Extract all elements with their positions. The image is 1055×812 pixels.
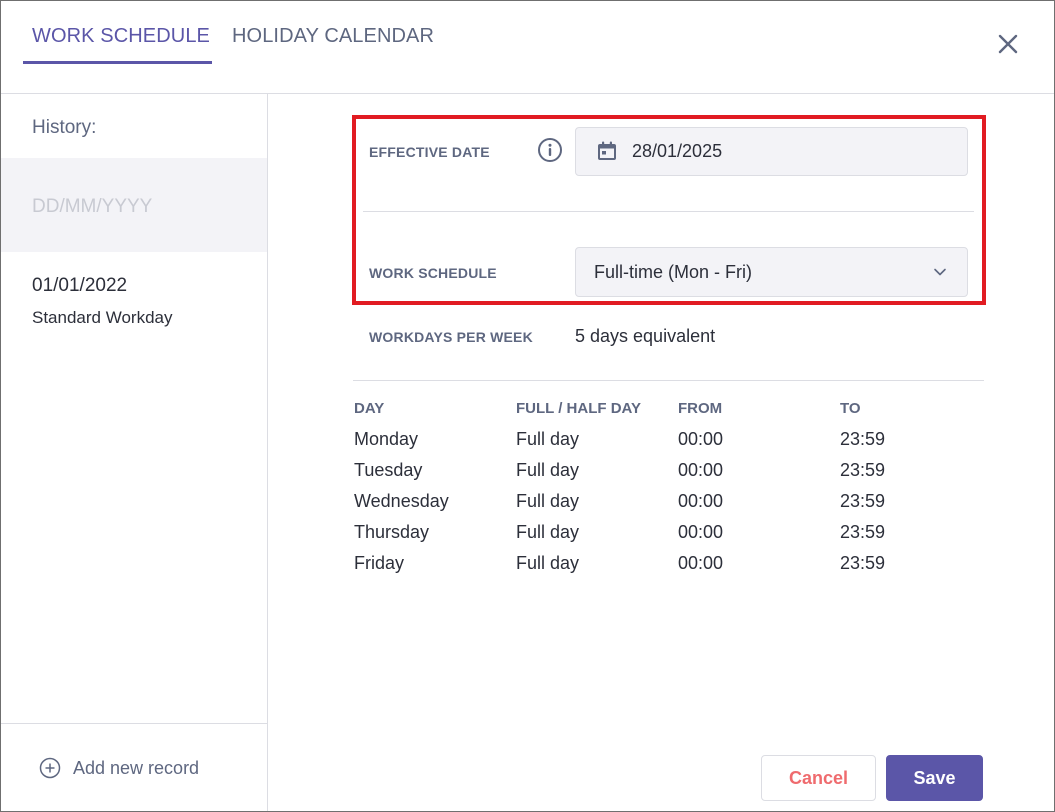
cell-to: 23:59 (840, 553, 886, 573)
sidebar-footer: Add new record (1, 723, 267, 811)
calendar-icon (598, 141, 616, 160)
tab-work-schedule[interactable]: WORK SCHEDULE (32, 25, 210, 48)
cell-full-half-day: Full day (516, 553, 580, 573)
work-schedule-select[interactable]: Full-time (Mon - Fri) (575, 247, 968, 297)
cell-day: Thursday (354, 522, 430, 542)
info-icon (538, 138, 562, 162)
cancel-button[interactable]: Cancel (761, 755, 876, 801)
history-item-label: Standard Workday (32, 308, 173, 327)
form-divider (363, 211, 974, 212)
work-schedule-dialog: WORK SCHEDULE HOLIDAY CALENDAR History: … (0, 0, 1055, 812)
history-sidebar: History: DD/MM/YYYY 01/01/2022 Standard … (1, 94, 268, 811)
history-title: History: (32, 117, 97, 138)
cell-day: Wednesday (354, 491, 449, 511)
cell-to: 23:59 (840, 491, 886, 511)
cell-from: 00:00 (678, 491, 724, 511)
active-tab-indicator (23, 61, 212, 64)
cell-full-half-day: Full day (516, 460, 580, 480)
history-item-new[interactable]: DD/MM/YYYY (1, 158, 267, 252)
close-icon (998, 34, 1018, 54)
table-row: Monday Full day 00:00 23:59 (354, 429, 984, 460)
table-divider (353, 380, 984, 381)
column-header-full-half-day: FULL / HALF DAY (516, 400, 642, 417)
work-schedule-label: WORK SCHEDULE (369, 265, 497, 281)
add-new-record-button[interactable]: Add new record (39, 756, 199, 780)
table-row: Thursday Full day 00:00 23:59 (354, 522, 984, 553)
cell-from: 00:00 (678, 522, 724, 542)
effective-date-input[interactable]: 28/01/2025 (575, 127, 968, 176)
cell-full-half-day: Full day (516, 522, 580, 542)
cell-to: 23:59 (840, 460, 886, 480)
column-header-from: FROM (678, 400, 723, 417)
table-row: Wednesday Full day 00:00 23:59 (354, 491, 984, 522)
info-button[interactable] (537, 137, 563, 163)
column-header-day: DAY (354, 400, 385, 417)
column-header-to: TO (840, 400, 861, 417)
cell-to: 23:59 (840, 522, 886, 542)
history-item[interactable]: 01/01/2022 Standard Workday (1, 264, 267, 344)
cell-to: 23:59 (840, 429, 886, 449)
dialog-header: WORK SCHEDULE HOLIDAY CALENDAR (1, 1, 1054, 94)
cell-from: 00:00 (678, 553, 724, 573)
workdays-per-week-value: 5 days equivalent (575, 326, 716, 346)
save-button[interactable]: Save (886, 755, 983, 801)
add-new-record-label: Add new record (73, 757, 200, 778)
cell-from: 00:00 (678, 460, 724, 480)
chevron-down-icon (934, 268, 946, 276)
table-row: Friday Full day 00:00 23:59 (354, 553, 984, 584)
cell-from: 00:00 (678, 429, 724, 449)
cell-day: Friday (354, 553, 405, 573)
workdays-per-week-label: WORKDAYS PER WEEK (369, 329, 533, 345)
cell-day: Monday (354, 429, 419, 449)
cell-full-half-day: Full day (516, 491, 580, 511)
table-row: Tuesday Full day 00:00 23:59 (354, 460, 984, 491)
effective-date-label: EFFECTIVE DATE (369, 144, 490, 160)
cell-day: Tuesday (354, 460, 423, 480)
history-item-date: 01/01/2022 (32, 275, 128, 296)
effective-date-value: 28/01/2025 (632, 141, 723, 161)
work-schedule-selected-value: Full-time (Mon - Fri) (594, 262, 752, 282)
plus-circle-icon (39, 757, 61, 779)
cell-full-half-day: Full day (516, 429, 580, 449)
close-button[interactable] (994, 30, 1022, 58)
history-new-date-placeholder: DD/MM/YYYY (32, 196, 153, 217)
tab-holiday-calendar[interactable]: HOLIDAY CALENDAR (232, 25, 434, 48)
